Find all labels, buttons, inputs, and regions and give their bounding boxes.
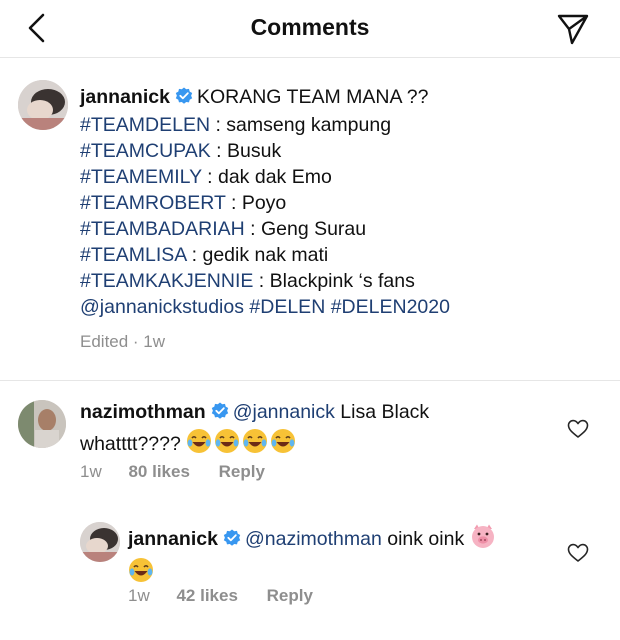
caption-links-line: @jannanickstudios #DELEN #DELEN2020: [80, 294, 600, 320]
face-with-tears-of-joy-icon: [270, 428, 296, 462]
hashtag-link[interactable]: #TEAMBADARIAH: [80, 218, 245, 240]
team-description: : Poyo: [225, 192, 287, 214]
hashtag-link[interactable]: #TEAMLISA: [80, 244, 186, 266]
team-description: : Busuk: [210, 140, 282, 162]
comment-text: oink oink: [381, 528, 465, 550]
team-description: : gedik nak mati: [186, 244, 329, 266]
caption-team-line: #TEAMROBERT : Poyo: [80, 190, 600, 216]
hashtag-link[interactable]: #TEAMDELEN: [80, 114, 210, 136]
caption-username[interactable]: jannanick: [80, 86, 170, 108]
hashtag-link[interactable]: #DELEN2020: [331, 296, 450, 318]
mention-link[interactable]: @jannanickstudios: [80, 296, 244, 318]
likes-count-link[interactable]: 42 likes: [176, 586, 237, 606]
page-title: Comments: [250, 14, 370, 40]
reply-button[interactable]: Reply: [219, 462, 265, 482]
comment-item: nazimothman @jannanick Lisa Black whatttt…: [80, 399, 550, 462]
reply-button[interactable]: Reply: [267, 586, 313, 606]
hashtag-link[interactable]: #TEAMEMILY: [80, 166, 202, 188]
like-button[interactable]: [567, 543, 589, 563]
profile-photo: [18, 80, 68, 130]
caption-team-line: #TEAMLISA : gedik nak mati: [80, 242, 600, 268]
caption-team-line: #TEAMBADARIAH : Geng Surau: [80, 216, 600, 242]
comments-header: Comments: [0, 0, 620, 58]
heart-icon: [567, 543, 589, 562]
caption-team-line: #TEAMDELEN : samseng kampung: [80, 112, 600, 138]
avatar[interactable]: [18, 400, 66, 448]
team-description: : Geng Surau: [244, 218, 367, 240]
hashtag-link[interactable]: #TEAMKAKJENNIE: [80, 270, 253, 292]
comment-text: whatttt????: [80, 433, 181, 455]
team-description: : dak dak Emo: [201, 166, 332, 188]
verified-badge-icon: [223, 528, 241, 555]
avatar[interactable]: [18, 80, 68, 130]
reply-comment-item: jannanick @nazimothman oink oink: [128, 523, 548, 591]
likes-count-link[interactable]: 80 likes: [128, 462, 189, 482]
mention-link[interactable]: @jannanick: [233, 401, 335, 423]
comment-text: Lisa Black: [334, 401, 430, 423]
avatar[interactable]: [80, 522, 120, 562]
caption-team-line: #TEAMEMILY : dak dak Emo: [80, 164, 600, 190]
comment-actions: 1w 80 likes Reply: [80, 462, 265, 482]
comment-time: 1w: [128, 586, 150, 605]
caption-team-line: #TEAMKAKJENNIE : Blackpink ‘s fans: [80, 268, 600, 294]
profile-photo: [18, 400, 66, 448]
comment-actions: 1w 42 likes Reply: [128, 586, 313, 606]
face-with-tears-of-joy-icon: [214, 428, 240, 462]
share-button[interactable]: [556, 12, 590, 46]
face-with-tears-of-joy-icon: [242, 428, 268, 462]
comment-time: 1w: [80, 462, 102, 481]
verified-badge-icon: [175, 86, 193, 112]
hashtag-link[interactable]: #TEAMROBERT: [80, 192, 226, 214]
pig-face-icon: [470, 523, 496, 557]
caption-team-line: #TEAMCUPAK : Busuk: [80, 138, 600, 164]
caption-intro: KORANG TEAM MANA ??: [196, 86, 429, 108]
hashtag-link[interactable]: #DELEN: [249, 296, 325, 318]
face-with-tears-of-joy-icon: [186, 428, 212, 462]
mention-link[interactable]: @nazimothman: [245, 528, 382, 550]
team-description: : samseng kampung: [210, 114, 392, 136]
heart-icon: [567, 419, 589, 438]
divider: [0, 380, 620, 381]
comment-username[interactable]: jannanick: [128, 528, 218, 550]
caption-meta: Edited · 1w: [80, 332, 166, 351]
profile-photo: [80, 522, 120, 562]
like-button[interactable]: [567, 419, 589, 439]
paper-plane-icon: [557, 14, 589, 45]
post-caption: jannanick KORANG TEAM MANA ?? #TEAMDELEN …: [80, 84, 600, 355]
hashtag-link[interactable]: #TEAMCUPAK: [80, 140, 211, 162]
team-description: : Blackpink ‘s fans: [253, 270, 415, 292]
comment-username[interactable]: nazimothman: [80, 401, 206, 423]
verified-badge-icon: [211, 401, 229, 428]
